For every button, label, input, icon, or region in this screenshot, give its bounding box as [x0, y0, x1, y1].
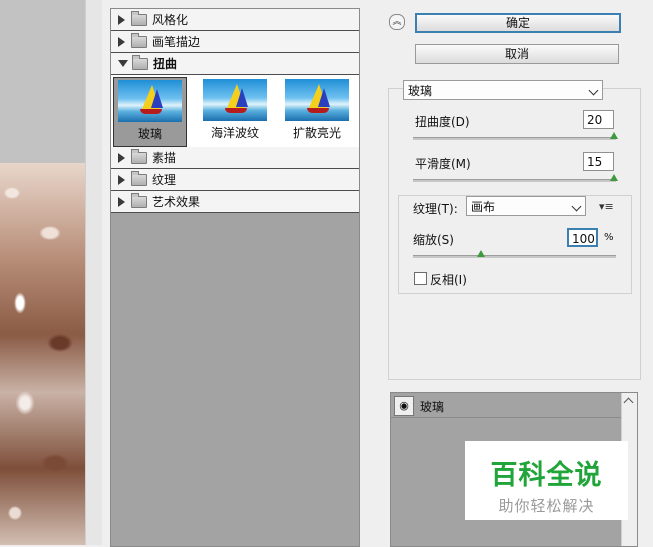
eye-icon[interactable]: ◉	[394, 396, 414, 416]
expand-arrow-icon	[118, 174, 125, 185]
category-label: 画笔描边	[152, 35, 201, 49]
distortion-label: 扭曲度(D)	[415, 115, 470, 129]
texture-select-value: 画布	[471, 200, 496, 214]
expand-arrow-icon	[118, 196, 125, 207]
chevron-down-icon	[571, 201, 582, 212]
watermark: 百科全说 助你轻松解决	[465, 441, 628, 520]
scaling-label: 缩放(S)	[413, 233, 454, 247]
watermark-subtitle: 助你轻松解决	[498, 497, 595, 515]
category-distort[interactable]: 扭曲	[111, 53, 359, 75]
sailboat-thumbnail-icon	[203, 79, 267, 121]
category-sketch[interactable]: 素描	[111, 147, 359, 169]
expand-arrow-icon	[118, 14, 125, 25]
expand-arrow-icon	[118, 152, 125, 163]
sailboat-thumbnail-icon	[118, 80, 182, 122]
category-texture[interactable]: 纹理	[111, 169, 359, 191]
texture-label: 纹理(T):	[413, 202, 458, 216]
effect-layer-row[interactable]: ◉ 玻璃	[391, 393, 621, 418]
folder-icon	[131, 170, 147, 186]
thumbnail-diffuse-glow[interactable]: 扩散亮光	[281, 77, 353, 145]
folder-icon	[131, 148, 147, 164]
thumbnail-label: 玻璃	[137, 127, 162, 141]
thumbnail-glass[interactable]: 玻璃	[113, 77, 187, 147]
scaling-slider-track[interactable]	[413, 255, 616, 258]
expand-arrow-icon	[118, 36, 125, 47]
smoothness-slider-handle[interactable]	[610, 174, 618, 181]
invert-label: 反相(I)	[430, 273, 467, 287]
filter-gallery: 风格化 画笔描边 扭曲 玻璃 海洋波纹 扩散亮光 素描 纹理 艺术效果	[110, 8, 360, 547]
scaling-slider-handle[interactable]	[477, 250, 485, 257]
category-label: 艺术效果	[152, 195, 201, 209]
smoothness-slider-track[interactable]	[413, 179, 616, 182]
invert-checkbox[interactable]	[414, 272, 427, 285]
scaling-input[interactable]: 100	[567, 228, 598, 247]
category-label: 素描	[152, 151, 177, 165]
distort-thumbnails: 玻璃 海洋波纹 扩散亮光	[111, 75, 359, 148]
filter-select[interactable]: 玻璃	[403, 80, 603, 100]
collapse-arrow-icon	[118, 60, 128, 67]
thumbnail-label: 扩散亮光	[292, 126, 341, 140]
smoothness-label: 平滑度(M)	[415, 157, 471, 171]
folder-icon	[131, 192, 147, 208]
chevron-down-icon	[588, 85, 599, 96]
sailboat-thumbnail-icon	[285, 79, 349, 121]
thumbnail-label: 海洋波纹	[210, 126, 259, 140]
distortion-slider-handle[interactable]	[610, 132, 618, 139]
collapse-gallery-icon[interactable]: ︽	[389, 14, 405, 30]
distortion-slider-track[interactable]	[413, 137, 616, 140]
preview-background	[0, 0, 85, 163]
folder-open-icon	[132, 54, 148, 70]
filter-select-value: 玻璃	[408, 84, 433, 98]
category-label: 纹理	[152, 173, 177, 187]
layer-name: 玻璃	[420, 400, 445, 414]
category-stylize[interactable]: 风格化	[111, 9, 359, 31]
preview-image	[0, 163, 85, 545]
scaling-unit: %	[604, 232, 614, 243]
ok-button[interactable]: 确定	[415, 13, 621, 33]
category-label: 扭曲	[153, 57, 178, 71]
distortion-input[interactable]: 20	[583, 110, 614, 129]
scroll-up-icon[interactable]	[623, 397, 634, 408]
texture-select[interactable]: 画布	[466, 196, 586, 216]
smoothness-input[interactable]: 15	[583, 152, 614, 171]
preview-canvas[interactable]	[0, 0, 85, 545]
category-label: 风格化	[152, 13, 189, 27]
cancel-button[interactable]: 取消	[415, 44, 619, 64]
folder-icon	[131, 10, 147, 26]
watermark-title: 百科全说	[490, 460, 603, 491]
preview-scrollbar[interactable]	[85, 0, 102, 545]
category-artistic[interactable]: 艺术效果	[111, 191, 359, 213]
category-brush-strokes[interactable]: 画笔描边	[111, 31, 359, 53]
folder-icon	[131, 32, 147, 48]
thumbnail-ocean-ripple[interactable]: 海洋波纹	[199, 77, 271, 145]
texture-menu-icon[interactable]: ▾≡	[599, 200, 614, 213]
